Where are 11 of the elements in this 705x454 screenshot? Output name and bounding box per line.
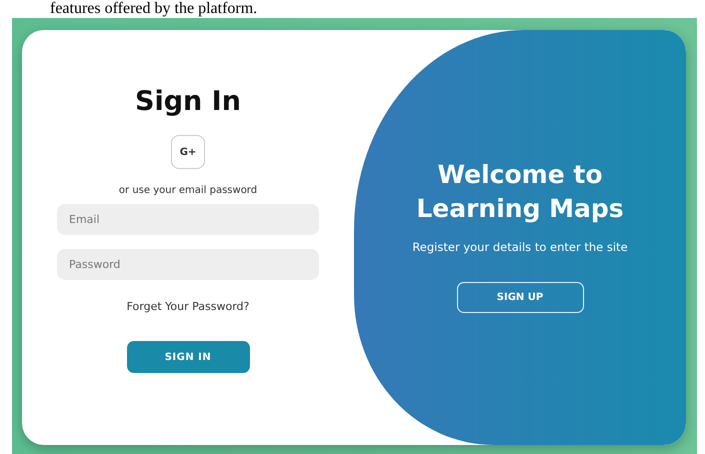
input-field[interactable]: Password: [57, 249, 319, 280]
document-text: features offered by the platform.: [49, 0, 258, 18]
divider-text: or use your email password: [118, 185, 258, 196]
sign-in-button[interactable]: SIGN IN: [126, 341, 250, 373]
sign-in-title: Sign In: [135, 86, 241, 117]
sign-up-button[interactable]: SIGN UP: [456, 282, 584, 313]
input-field[interactable]: Email: [57, 204, 319, 235]
welcome-title: Welcome to Learning Maps: [415, 159, 625, 225]
forgot-password-link[interactable]: Forget Your Password?: [126, 300, 250, 313]
google-plus-button[interactable]: G+: [171, 135, 205, 169]
welcome-subtitle: Register your details to enter the site: [412, 240, 628, 254]
